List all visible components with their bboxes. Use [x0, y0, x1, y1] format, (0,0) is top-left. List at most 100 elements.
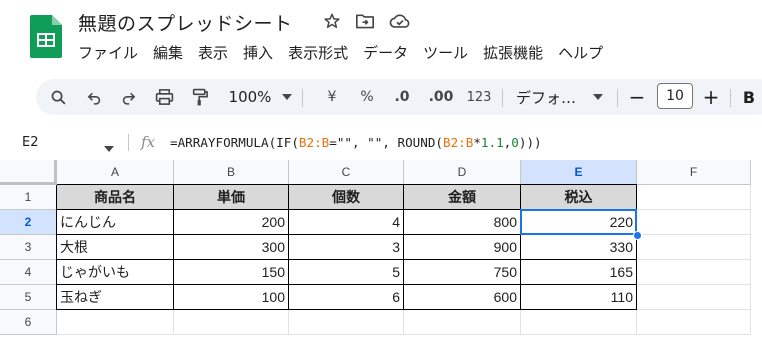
formula-token: B2:B: [442, 135, 474, 150]
table-header-cell[interactable]: 単価: [174, 185, 289, 210]
table-cell[interactable]: 330: [521, 235, 637, 260]
table-cell[interactable]: 750: [404, 260, 521, 285]
increase-decimal-label: .00: [428, 89, 454, 105]
name-box[interactable]: E2: [22, 135, 39, 150]
menu-tools[interactable]: ツール: [423, 42, 468, 63]
table-cell[interactable]: 4: [289, 210, 404, 235]
document-title[interactable]: 無題のスプレッドシート: [78, 9, 293, 36]
percent-format-button[interactable]: %: [356, 79, 378, 115]
table-cell[interactable]: 110: [521, 285, 637, 310]
empty-cell[interactable]: [637, 260, 751, 285]
table-cell[interactable]: にんじん: [57, 210, 174, 235]
increase-font-size-button[interactable]: +: [699, 79, 723, 115]
table-header-cell[interactable]: 個数: [289, 185, 404, 210]
menu-insert[interactable]: 挿入: [243, 42, 273, 63]
decrease-font-size-button[interactable]: −: [625, 79, 649, 115]
fx-icon: fx: [141, 133, 156, 151]
table-cell[interactable]: 大根: [57, 235, 174, 260]
formula-token: B2:B: [298, 135, 330, 150]
formula-input[interactable]: =ARRAYFORMULA(IF(B2:B="", "", ROUND(B2:B…: [170, 135, 542, 150]
table-cell[interactable]: 200: [174, 210, 289, 235]
row-header-4[interactable]: 4: [0, 260, 57, 285]
currency-format-button[interactable]: ¥: [322, 79, 342, 115]
font-family-select[interactable]: デフォ…: [516, 79, 580, 115]
formula-token: *: [473, 135, 481, 150]
font-size-input[interactable]: 10: [657, 83, 693, 109]
bold-button[interactable]: B: [738, 79, 760, 115]
zoom-select[interactable]: 100%: [224, 79, 276, 115]
empty-cell[interactable]: [289, 310, 404, 335]
table-cell[interactable]: じゃがいも: [57, 260, 174, 285]
column-header-d[interactable]: D: [404, 160, 521, 185]
table-cell[interactable]: 600: [404, 285, 521, 310]
toolbar: 100% ¥ % .0 .00 123 デフォ… − 10 + B: [36, 79, 762, 115]
table-header-cell[interactable]: 商品名: [57, 185, 174, 210]
menu-data[interactable]: データ: [363, 42, 408, 63]
paint-format-icon[interactable]: [187, 79, 213, 115]
table-left-border: [56, 185, 57, 310]
name-box-dropdown-icon[interactable]: [104, 137, 114, 156]
cloud-saved-icon[interactable]: [389, 12, 411, 30]
select-all-corner[interactable]: [0, 160, 57, 185]
table-cell[interactable]: 165: [521, 260, 637, 285]
empty-cell[interactable]: [521, 310, 637, 335]
formula-token: ))): [518, 135, 542, 150]
menu-help[interactable]: ヘルプ: [558, 42, 603, 63]
column-header-a[interactable]: A: [57, 160, 174, 185]
menu-format[interactable]: 表示形式: [288, 42, 348, 63]
move-to-folder-icon[interactable]: [355, 12, 375, 30]
table-cell[interactable]: 玉ねぎ: [57, 285, 174, 310]
font-dropdown-icon[interactable]: [591, 79, 605, 115]
row-header-2[interactable]: 2: [0, 210, 57, 235]
table-cell[interactable]: 300: [174, 235, 289, 260]
menu-bar: ファイル 編集 表示 挿入 表示形式 データ ツール 拡張機能 ヘルプ: [78, 42, 603, 63]
empty-cell[interactable]: [404, 310, 521, 335]
sheets-logo-icon[interactable]: [30, 15, 62, 58]
table-cell[interactable]: 800: [404, 210, 521, 235]
print-icon[interactable]: [151, 79, 177, 115]
formula-token: 1.1: [480, 135, 504, 150]
table-header-cell[interactable]: 金額: [404, 185, 521, 210]
menu-view[interactable]: 表示: [198, 42, 228, 63]
table-cell[interactable]: 150: [174, 260, 289, 285]
row-header-1[interactable]: 1: [0, 185, 57, 210]
formula-token: 0: [511, 135, 519, 150]
empty-cell[interactable]: [174, 310, 289, 335]
column-header-f[interactable]: F: [637, 160, 751, 185]
table-cell[interactable]: 3: [289, 235, 404, 260]
formula-token: ="", "", ROUND(: [329, 135, 443, 150]
column-header-b[interactable]: B: [174, 160, 289, 185]
table-cell[interactable]: 5: [289, 260, 404, 285]
menu-edit[interactable]: 編集: [153, 42, 183, 63]
star-icon[interactable]: [323, 12, 341, 30]
table-cell[interactable]: 6: [289, 285, 404, 310]
table-cell[interactable]: 900: [404, 235, 521, 260]
table-cell[interactable]: 220: [521, 210, 637, 235]
column-header-c[interactable]: C: [289, 160, 404, 185]
empty-cell[interactable]: [637, 285, 751, 310]
row-header-3[interactable]: 3: [0, 235, 57, 260]
formula-bar-divider: [128, 134, 129, 151]
table-header-cell[interactable]: 税込: [521, 185, 637, 210]
fill-handle[interactable]: [633, 231, 642, 240]
table-cell[interactable]: 100: [174, 285, 289, 310]
zoom-dropdown-icon[interactable]: [280, 79, 294, 115]
empty-cell[interactable]: [637, 210, 751, 235]
search-menus-icon[interactable]: [46, 79, 70, 115]
menu-extensions[interactable]: 拡張機能: [483, 42, 543, 63]
empty-cell[interactable]: [637, 235, 751, 260]
empty-cell[interactable]: [637, 185, 751, 210]
column-header-e[interactable]: E: [521, 160, 637, 185]
undo-icon[interactable]: [82, 79, 106, 115]
empty-cell[interactable]: [57, 310, 174, 335]
formula-token: =ARRAYFORMULA(IF(: [170, 135, 299, 150]
row-header-6[interactable]: 6: [0, 310, 57, 335]
row-header-5[interactable]: 5: [0, 285, 57, 310]
increase-decimal-button[interactable]: .00: [425, 79, 457, 115]
redo-icon[interactable]: [116, 79, 140, 115]
table-top-border: [57, 184, 637, 185]
decrease-decimal-button[interactable]: .0: [388, 79, 416, 115]
empty-cell[interactable]: [637, 310, 751, 335]
menu-file[interactable]: ファイル: [78, 42, 138, 63]
number-format-button[interactable]: 123: [464, 79, 494, 115]
